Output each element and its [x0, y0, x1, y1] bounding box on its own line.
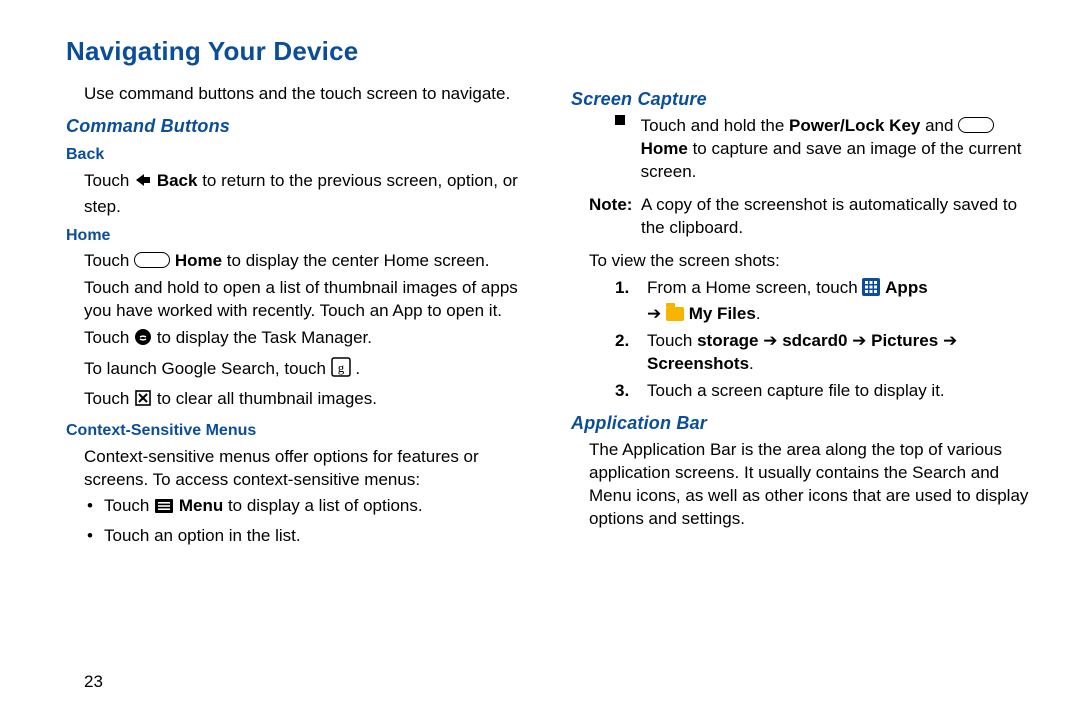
step-2: 2. Touch storage ➔ sdcard0 ➔ Pictures ➔ …: [571, 330, 1032, 376]
view-intro: To view the screen shots:: [571, 250, 1032, 273]
heading-home: Home: [66, 225, 527, 247]
step-number: 3.: [615, 380, 639, 403]
bullet-icon: •: [84, 525, 96, 548]
note-box: Note: A copy of the screenshot is automa…: [571, 194, 1032, 240]
note-label: Note:: [589, 194, 633, 240]
folder-icon: [666, 307, 684, 321]
page-title: Navigating Your Device: [66, 34, 1032, 69]
heading-screen-capture: Screen Capture: [571, 87, 1032, 111]
menu-icon: [154, 498, 174, 521]
heading-command-buttons: Command Buttons: [66, 114, 527, 138]
appbar-desc: The Application Bar is the area along th…: [571, 439, 1032, 531]
task-manager-icon: [134, 328, 152, 353]
intro-text: Use command buttons and the touch screen…: [66, 83, 527, 106]
two-column-layout: Use command buttons and the touch screen…: [66, 79, 1032, 552]
back-icon: [134, 171, 152, 196]
ctx-bullet-1: • Touch Menu to display a list of option…: [66, 495, 527, 521]
left-column: Use command buttons and the touch screen…: [66, 79, 527, 552]
home-desc-3: Touch to display the Task Manager.: [66, 327, 527, 353]
bullet-icon: •: [84, 495, 96, 521]
home-key-icon: [134, 252, 170, 268]
step-number: 1.: [615, 277, 639, 326]
heading-back: Back: [66, 144, 527, 166]
ctx-desc: Context-sensitive menus offer options fo…: [66, 446, 527, 492]
note-body: A copy of the screenshot is automaticall…: [641, 194, 1032, 240]
page-number: 23: [84, 671, 103, 694]
home-desc-4: To launch Google Search, touch g .: [66, 357, 527, 384]
home-desc-1: Touch Home to display the center Home sc…: [66, 250, 527, 273]
home-desc-5: Touch to clear all thumbnail images.: [66, 388, 527, 414]
sc-bullet: Touch and hold the Power/Lock Key and Ho…: [571, 115, 1032, 184]
apps-icon: [862, 278, 880, 303]
ctx-bullet-2: • Touch an option in the list.: [66, 525, 527, 548]
step-1: 1. From a Home screen, touch Apps ➔ My F…: [571, 277, 1032, 326]
square-bullet-icon: [615, 115, 633, 184]
step-3: 3. Touch a screen capture file to displa…: [571, 380, 1032, 403]
back-desc: Touch Back to return to the previous scr…: [66, 170, 527, 219]
google-search-icon: g: [331, 357, 351, 384]
right-column: Screen Capture Touch and hold the Power/…: [571, 79, 1032, 552]
home-desc-2: Touch and hold to open a list of thumbna…: [66, 277, 527, 323]
home-key-icon: [958, 117, 994, 133]
clear-thumbnails-icon: [134, 389, 152, 414]
step-number: 2.: [615, 330, 639, 376]
heading-application-bar: Application Bar: [571, 411, 1032, 435]
heading-context-menus: Context-Sensitive Menus: [66, 420, 527, 442]
svg-text:g: g: [337, 360, 344, 375]
